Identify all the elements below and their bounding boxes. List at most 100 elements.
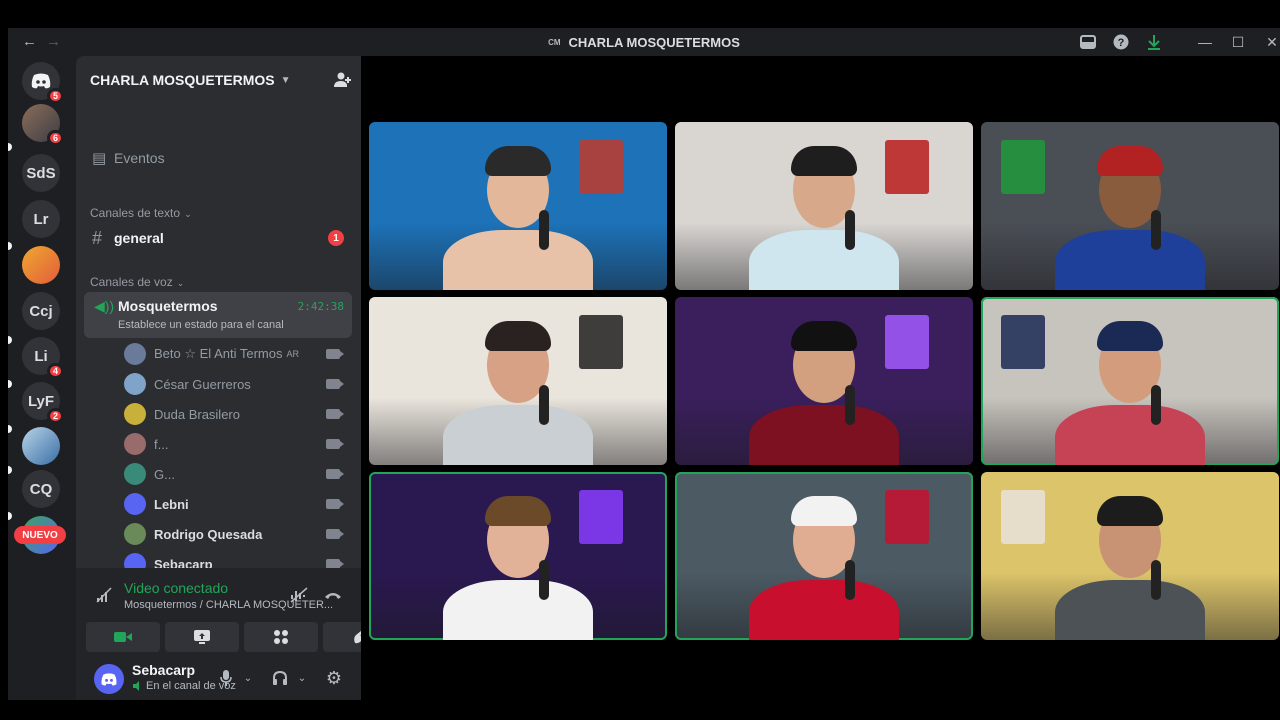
video-tile[interactable] [675,472,973,640]
minimize-icon[interactable]: — [1195,32,1215,52]
voice-channel-name: Mosquetermos [118,298,218,314]
member-name: Duda Brasilero [154,406,240,422]
participant-body [1055,580,1205,640]
participant-body [1055,405,1205,465]
unread-badge: 1 [328,230,344,246]
video-tile[interactable] [981,122,1279,290]
microphone-prop [1151,385,1161,425]
new-badge: NUEVO [14,526,66,544]
microphone-icon[interactable] [216,668,236,688]
server-sds[interactable]: SdS [22,154,60,192]
participant-hair [1097,496,1163,526]
signal-icon[interactable] [94,585,114,605]
server-avatar[interactable]: 6 [22,104,64,146]
camera-button[interactable] [86,622,160,652]
unread-pill [8,336,12,344]
chevron-down-icon[interactable]: ⌄ [292,668,312,688]
voice-member[interactable]: Beto ☆ El Anti Termos AR [124,340,352,368]
speaker-icon: ◀)) [94,298,115,314]
voice-member[interactable]: Rodrigo Quesada [124,520,352,548]
events-row[interactable]: ▤ Eventos [84,142,352,174]
disconnect-icon[interactable] [322,584,344,606]
voice-channel-mosquetermos[interactable]: ◀)) Mosquetermos 2:42:38 Establece un es… [84,292,352,338]
video-camera-icon [326,379,344,389]
voice-member[interactable]: Duda Brasilero [124,400,352,428]
settings-gear-icon[interactable]: ⚙ [324,668,344,688]
member-name: G... [154,466,175,482]
voice-connected-title: Video conectado [124,580,229,596]
video-tile[interactable] [981,472,1279,640]
unread-pill [8,512,12,520]
server-image[interactable] [22,427,60,465]
voice-status-icon [133,681,139,691]
voice-member[interactable]: Lebni [124,490,352,518]
channel-general[interactable]: # general 1 [84,222,352,254]
member-avatar [124,433,146,455]
video-tile[interactable] [675,297,973,465]
voice-channel-status[interactable]: Establece un estado para el canal [118,319,284,331]
server-badge: 2 [46,408,64,424]
video-camera-icon [326,469,344,479]
unread-pill [8,380,12,388]
voice-member[interactable]: César Guerreros [124,370,352,398]
inbox-icon[interactable] [1078,32,1098,52]
participant-hair [485,146,551,176]
participant-body [443,580,593,640]
member-avatar [124,523,146,545]
video-camera-icon [326,409,344,419]
server-lyf[interactable]: LyF 2 [22,382,64,424]
help-icon[interactable]: ? [1111,32,1131,52]
headphones-icon[interactable] [270,668,290,688]
maximize-icon[interactable]: ☐ [1228,32,1248,52]
server-image[interactable] [22,246,60,284]
participant-hair [1097,321,1163,351]
text-category[interactable]: Canales de texto ⌄ [90,206,192,220]
unread-pill [8,242,12,250]
soundboard-button[interactable] [323,622,361,652]
background-decor [885,140,929,194]
server-lr[interactable]: Lr [22,200,60,238]
server-ccj[interactable]: Ccj [22,292,60,330]
video-camera-icon [326,499,344,509]
background-decor [885,490,929,544]
video-tile[interactable] [675,122,973,290]
participant-body [749,405,899,465]
microphone-prop [845,210,855,250]
events-label: Eventos [114,150,165,166]
voice-category[interactable]: Canales de voz ⌄ [90,275,184,289]
background-decor [1001,490,1045,544]
server-cq[interactable]: CQ [22,470,60,508]
participant-body [749,230,899,290]
download-icon[interactable] [1144,32,1164,52]
activities-button[interactable] [244,622,318,652]
unread-pill [8,466,12,474]
chevron-down-icon: ⌄ [184,209,192,219]
video-camera-icon [326,349,344,359]
microphone-prop [539,385,549,425]
microphone-prop [1151,210,1161,250]
video-tile[interactable] [369,297,667,465]
server-rail: 5 6 SdS Lr Ccj Li 4 LyF 2 CQ NUEVO [8,56,76,700]
noise-suppression-icon[interactable] [288,584,310,606]
member-name: f... [154,436,169,452]
invite-people-icon[interactable] [331,68,355,92]
home-button[interactable]: 5 [22,62,64,104]
member-name: César Guerreros [154,376,251,392]
channel-general-label: general [114,230,164,246]
participant-body [1055,230,1205,290]
microphone-prop [1151,560,1161,600]
video-tile[interactable] [981,297,1279,465]
close-icon[interactable]: ✕ [1262,32,1280,52]
video-tile[interactable] [369,122,667,290]
voice-member[interactable]: f... [124,430,352,458]
screen-share-button[interactable] [165,622,239,652]
server-li[interactable]: Li 4 [22,337,64,379]
participant-hair [791,496,857,526]
user-name[interactable]: Sebacarp [132,662,195,678]
video-tile[interactable] [369,472,667,640]
guild-header[interactable]: CHARLA MOSQUETERMOS ▼ [76,56,361,104]
voice-member[interactable]: G... [124,460,352,488]
user-avatar[interactable] [94,664,124,694]
chevron-down-icon[interactable]: ⌄ [238,668,258,688]
server-label: CQ [29,480,53,498]
